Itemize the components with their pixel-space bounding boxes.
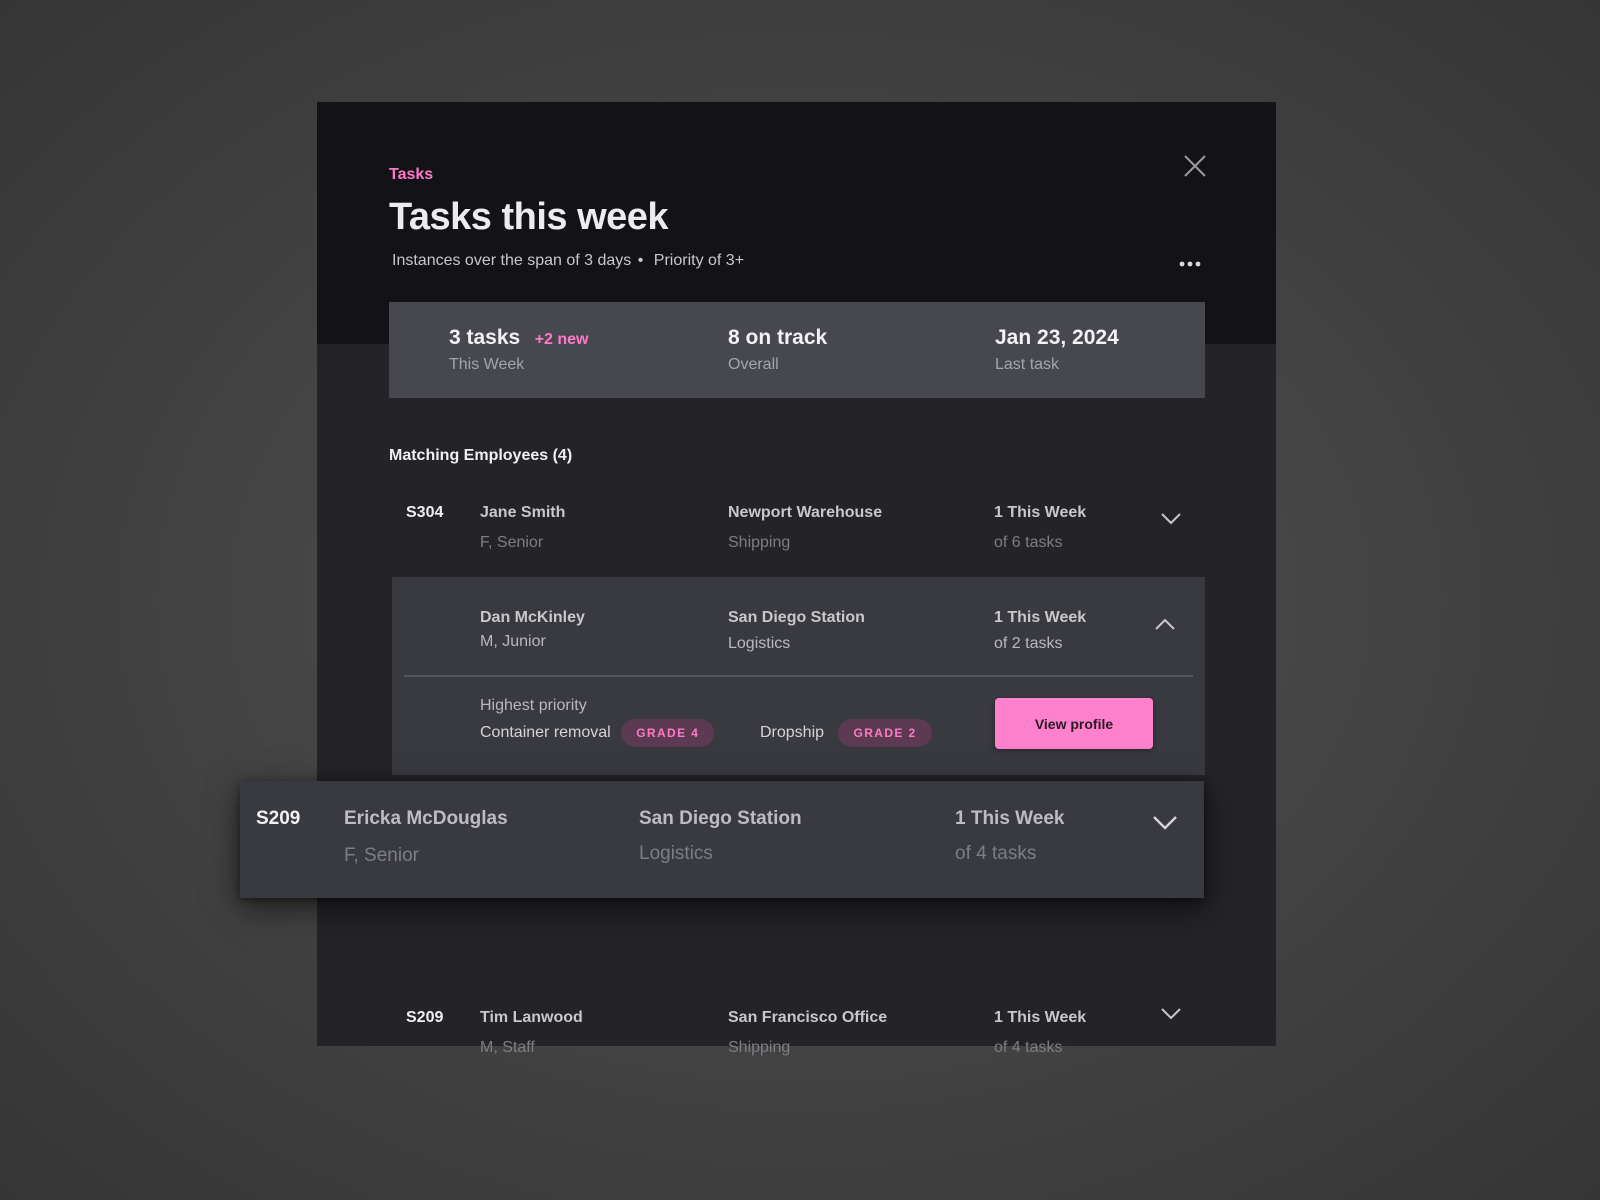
- employee-id: S304: [406, 504, 444, 521]
- subtitle-span: Instances over the span of 3 days: [392, 252, 632, 269]
- stat-last-task-value: Jan 23, 2024: [995, 326, 1119, 349]
- close-icon: [1184, 155, 1206, 177]
- stat-tasks-value: 3 tasks: [449, 326, 521, 349]
- employee-row-dragging[interactable]: S209 Ericka McDouglas F, Senior San Dieg…: [240, 781, 1204, 898]
- priority-heading: Highest priority: [480, 697, 587, 714]
- employee-week-count: 1 This Week: [955, 808, 1065, 829]
- employee-id: S209: [406, 1009, 444, 1026]
- row-divider: [404, 675, 1193, 677]
- chevron-down-icon[interactable]: [1152, 815, 1178, 831]
- stat-on-track: 8 on track Overall: [728, 326, 827, 374]
- stats-bar: 3 tasks +2 new This Week 8 on track Over…: [389, 302, 1205, 398]
- task-name: Dropship: [760, 724, 825, 741]
- more-horizontal-icon: [1179, 261, 1201, 267]
- chevron-down-icon[interactable]: [1160, 1007, 1182, 1021]
- employee-dept: Logistics: [639, 843, 713, 864]
- stat-tasks-label: This Week: [449, 356, 525, 373]
- modal-title: Tasks this week: [389, 196, 669, 238]
- employee-task-total: of 4 tasks: [955, 843, 1037, 864]
- employee-location: San Francisco Office: [728, 1009, 888, 1026]
- employee-name: Ericka McDouglas: [344, 808, 508, 829]
- stat-on-track-label: Overall: [728, 356, 779, 373]
- employee-location: Newport Warehouse: [728, 504, 883, 521]
- employee-week-count: 1 This Week: [994, 504, 1087, 521]
- chevron-up-icon[interactable]: [1154, 617, 1176, 631]
- subtitle-separator: •: [637, 252, 644, 269]
- employee-meta: F, Senior: [480, 534, 544, 551]
- employee-dept: Shipping: [728, 534, 791, 551]
- stat-last-task: Jan 23, 2024 Last task: [995, 326, 1119, 374]
- employee-meta: M, Junior: [480, 633, 546, 650]
- employee-name: Dan McKinley: [480, 609, 585, 626]
- modal-subtitle: Instances over the span of 3 days • Prio…: [392, 252, 744, 270]
- employee-name: Jane Smith: [480, 504, 566, 521]
- employee-dept: Shipping: [728, 1039, 791, 1056]
- close-button[interactable]: [1181, 152, 1209, 180]
- employee-id: S209: [256, 808, 301, 829]
- grade-badge: GRADE 2: [838, 718, 932, 747]
- employee-row[interactable]: S209 Tim Lanwood M, Staff San Francisco …: [317, 997, 1276, 1077]
- employee-task-total: of 4 tasks: [994, 1039, 1063, 1056]
- employee-meta: F, Senior: [344, 845, 419, 866]
- employee-task-total: of 6 tasks: [994, 534, 1063, 551]
- stat-on-track-value: 8 on track: [728, 326, 828, 349]
- eyebrow-label: Tasks: [389, 166, 434, 183]
- employee-meta: M, Staff: [480, 1039, 535, 1056]
- view-profile-button[interactable]: View profile: [995, 698, 1153, 749]
- employee-location: San Diego Station: [728, 609, 865, 626]
- employee-week-count: 1 This Week: [994, 609, 1087, 626]
- priority-task-2: Dropship GRADE 2: [760, 717, 932, 749]
- employee-name: Tim Lanwood: [480, 1009, 583, 1026]
- chevron-down-icon[interactable]: [1160, 512, 1182, 526]
- tasks-modal: Tasks Tasks this week Instances over the…: [317, 102, 1276, 1056]
- grade-badge: GRADE 4: [621, 718, 715, 747]
- priority-task-1: Container removal GRADE 4: [480, 717, 715, 749]
- employee-location: San Diego Station: [639, 808, 802, 829]
- subtitle-priority: Priority of 3+: [653, 252, 745, 269]
- employee-row[interactable]: S304 Jane Smith F, Senior Newport Wareho…: [317, 492, 1276, 572]
- section-title: Matching Employees (4): [389, 447, 573, 464]
- more-options-button[interactable]: [1177, 252, 1203, 276]
- stat-tasks-new: +2 new: [534, 331, 589, 348]
- employee-dept: Logistics: [728, 635, 791, 652]
- task-name: Container removal: [480, 724, 611, 741]
- stat-tasks: 3 tasks +2 new This Week: [449, 326, 589, 374]
- employee-week-count: 1 This Week: [994, 1009, 1087, 1026]
- employee-row-expanded[interactable]: Dan McKinley M, Junior San Diego Station…: [392, 577, 1205, 775]
- employee-task-total: of 2 tasks: [994, 635, 1063, 652]
- stat-last-task-label: Last task: [995, 356, 1060, 373]
